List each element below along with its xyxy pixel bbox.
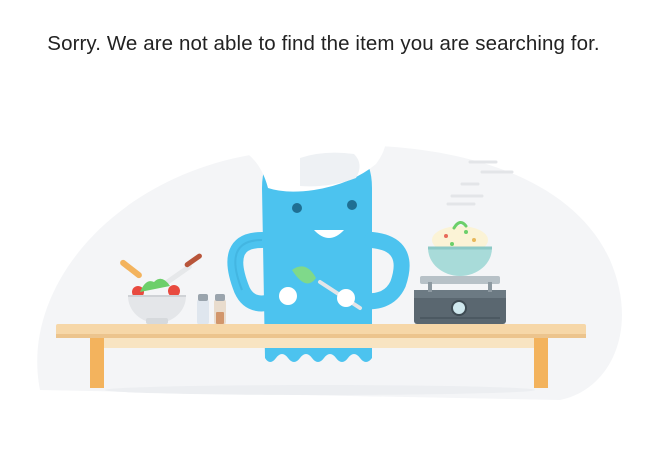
not-found-message: Sorry. We are not able to find the item … bbox=[47, 32, 600, 55]
stove-icon bbox=[414, 276, 506, 324]
chef-ghost-illustration bbox=[0, 60, 647, 457]
